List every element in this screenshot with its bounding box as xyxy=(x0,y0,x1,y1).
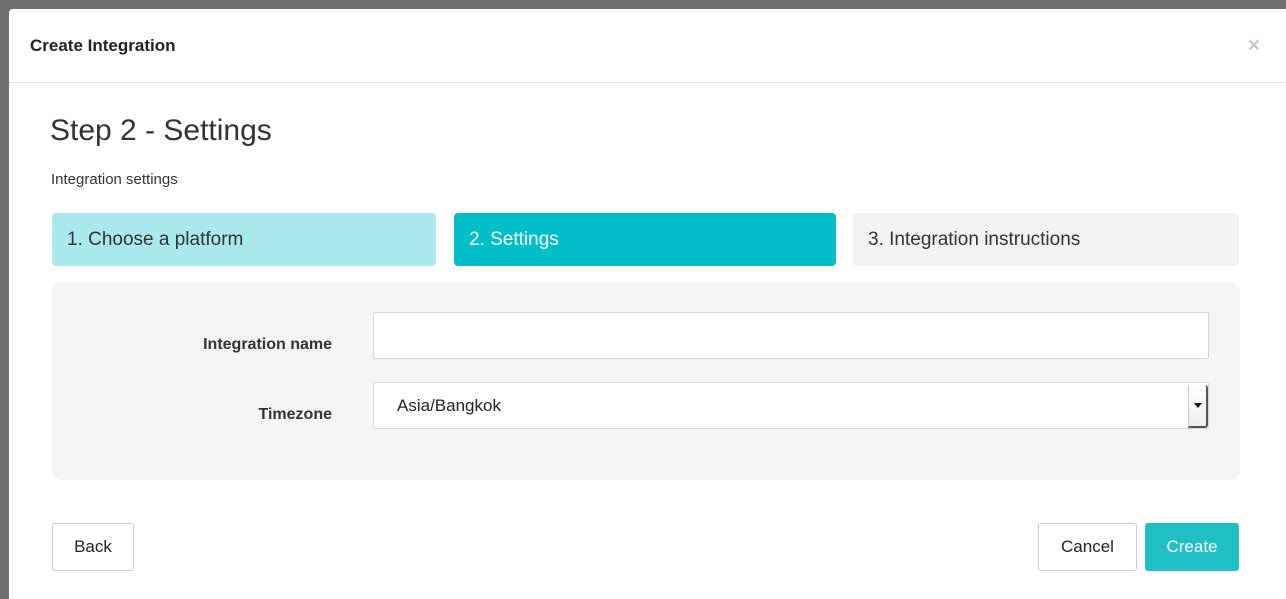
step-subtitle: Integration settings xyxy=(51,171,178,188)
wizard-step-integration-instructions[interactable]: 3. Integration instructions xyxy=(853,213,1239,266)
create-button[interactable]: Create xyxy=(1145,523,1239,571)
create-integration-modal: Create Integration × Step 2 - Settings I… xyxy=(9,9,1286,599)
timezone-selected-value: Asia/Bangkok xyxy=(397,395,501,415)
timezone-select[interactable]: Asia/Bangkok xyxy=(373,382,1209,429)
cancel-button[interactable]: Cancel xyxy=(1038,523,1137,571)
integration-name-label: Integration name xyxy=(203,336,332,353)
close-icon[interactable]: × xyxy=(1248,35,1260,56)
back-button[interactable]: Back xyxy=(52,523,134,571)
wizard-step-settings[interactable]: 2. Settings xyxy=(454,213,836,266)
wizard-step-choose-platform[interactable]: 1. Choose a platform xyxy=(52,213,436,266)
chevron-down-icon[interactable] xyxy=(1188,385,1208,428)
integration-name-input[interactable] xyxy=(373,312,1209,359)
step-title: Step 2 - Settings xyxy=(50,114,272,147)
wizard-steps: 1. Choose a platform 2. Settings 3. Inte… xyxy=(52,213,1239,266)
settings-form-panel: Integration name Timezone Asia/Bangkok xyxy=(52,282,1240,480)
timezone-label: Timezone xyxy=(258,406,333,423)
modal-header: Create Integration × xyxy=(9,9,1286,83)
modal-title: Create Integration xyxy=(30,35,176,55)
